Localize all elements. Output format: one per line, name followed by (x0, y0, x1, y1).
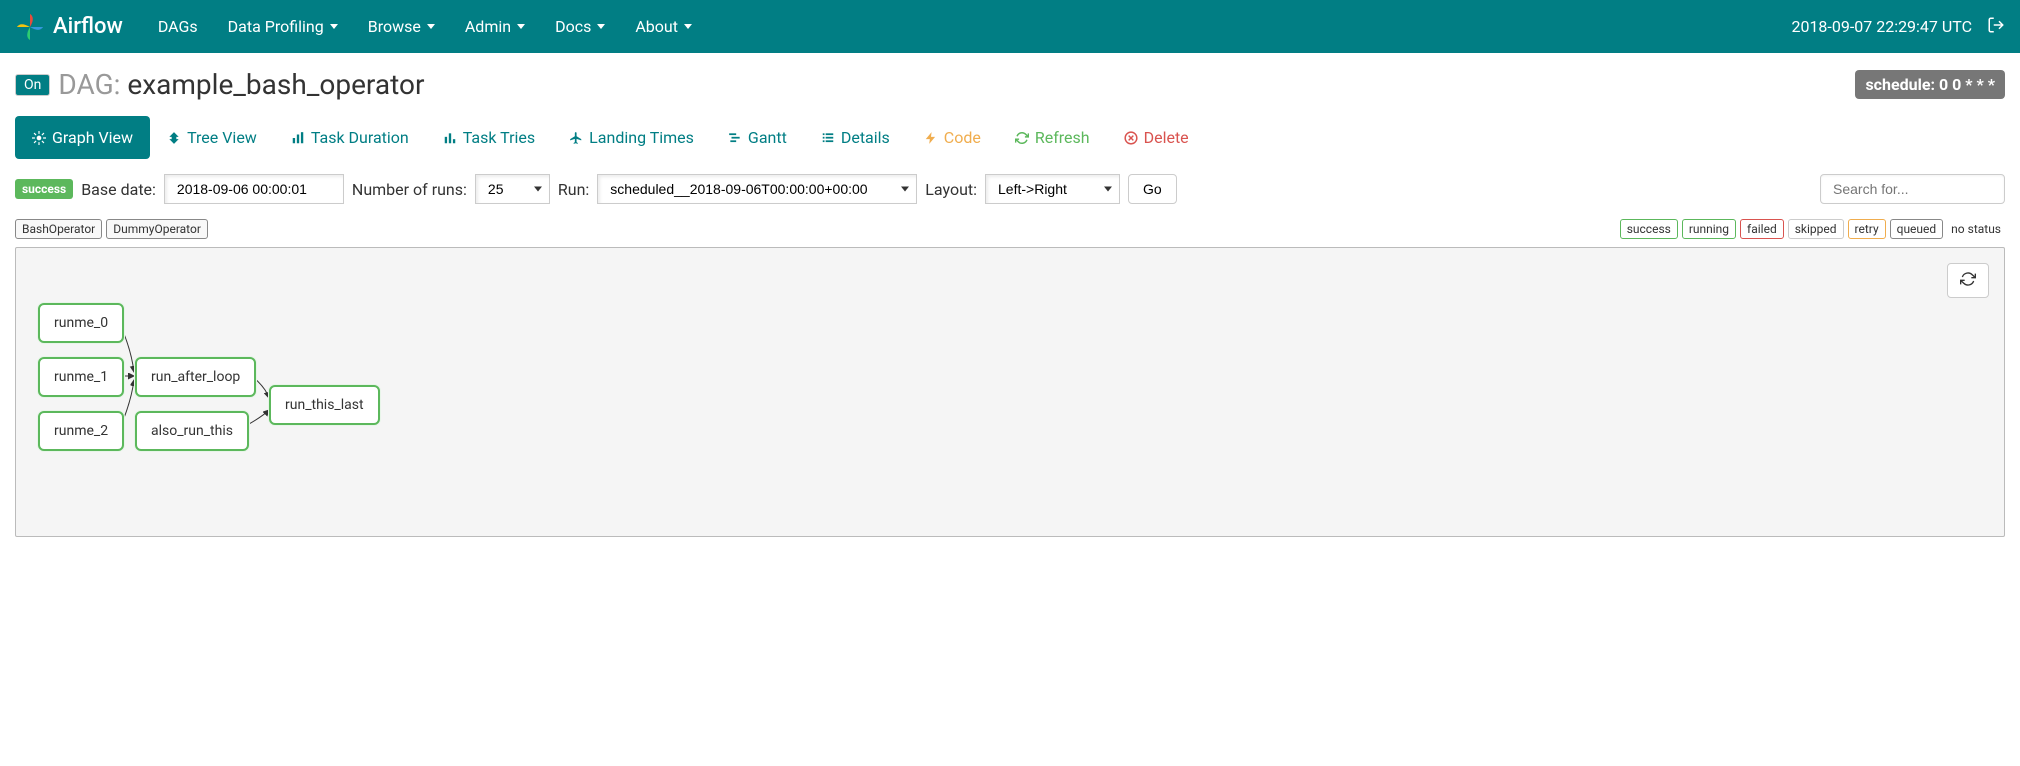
brand-text: Airflow (53, 14, 123, 39)
run-status-badge: success (15, 179, 73, 199)
status-retry: retry (1848, 219, 1886, 239)
task-node-runme-2[interactable]: runme_2 (38, 411, 124, 451)
gantt-icon (728, 131, 742, 145)
caret-icon (597, 24, 605, 29)
tab-details[interactable]: Details (804, 116, 907, 159)
caret-icon (427, 24, 435, 29)
task-node-run-after-loop[interactable]: run_after_loop (135, 357, 256, 397)
num-runs-select[interactable]: 25 (475, 174, 550, 204)
page-title: DAG: example_bash_operator (58, 68, 424, 101)
logout-icon[interactable] (1987, 16, 2005, 38)
lightning-icon (924, 131, 938, 145)
dag-name: example_bash_operator (127, 68, 424, 101)
task-node-also-run-this[interactable]: also_run_this (135, 411, 249, 451)
task-node-runme-1[interactable]: runme_1 (38, 357, 124, 397)
bar-chart-icon (443, 131, 457, 145)
operator-legends: BashOperator DummyOperator (15, 219, 208, 239)
status-none: no status (1947, 220, 2005, 238)
nav-admin[interactable]: Admin (450, 17, 540, 36)
nav-data-profiling[interactable]: Data Profiling (213, 17, 353, 36)
dag-toggle[interactable]: On (15, 74, 50, 96)
operator-bash: BashOperator (15, 219, 102, 239)
tab-refresh[interactable]: Refresh (998, 116, 1107, 159)
status-queued: queued (1890, 219, 1944, 239)
delete-icon (1124, 131, 1138, 145)
caret-icon (330, 24, 338, 29)
bar-chart-icon (291, 131, 305, 145)
airflow-logo-icon (15, 12, 45, 42)
status-running: running (1682, 219, 1736, 239)
tab-task-tries[interactable]: Task Tries (426, 116, 552, 159)
refresh-icon (1960, 271, 1976, 291)
dag-label: DAG: (58, 68, 120, 101)
nav-items: DAGs Data Profiling Browse Admin Docs Ab… (143, 17, 1792, 36)
num-runs-label: Number of runs: (352, 180, 467, 199)
tabs: Graph View Tree View Task Duration Task … (15, 116, 2005, 159)
graph-canvas[interactable]: runme_0 runme_1 runme_2 run_after_loop a… (15, 247, 2005, 537)
task-node-runme-0[interactable]: runme_0 (38, 303, 124, 343)
tab-delete[interactable]: Delete (1107, 116, 1206, 159)
navbar: Airflow DAGs Data Profiling Browse Admin… (0, 0, 2020, 53)
nav-docs[interactable]: Docs (540, 17, 620, 36)
go-button[interactable]: Go (1128, 174, 1177, 204)
nav-browse[interactable]: Browse (353, 17, 450, 36)
caret-icon (684, 24, 692, 29)
status-skipped: skipped (1788, 219, 1844, 239)
task-node-run-this-last[interactable]: run_this_last (269, 385, 380, 425)
status-failed: failed (1740, 219, 1784, 239)
layout-label: Layout: (925, 180, 977, 199)
search-input[interactable] (1820, 174, 2005, 204)
page-header: On DAG: example_bash_operator schedule: … (15, 68, 2005, 101)
tab-gantt[interactable]: Gantt (711, 116, 804, 159)
nav-dags[interactable]: DAGs (143, 17, 213, 36)
base-date-label: Base date: (81, 180, 156, 199)
nav-about[interactable]: About (620, 17, 707, 36)
brand[interactable]: Airflow (15, 12, 123, 42)
clock: 2018-09-07 22:29:47 UTC (1791, 17, 1972, 36)
tab-task-duration[interactable]: Task Duration (274, 116, 426, 159)
legend-row: BashOperator DummyOperator success runni… (15, 219, 2005, 239)
list-icon (821, 131, 835, 145)
plane-icon (569, 131, 583, 145)
layout-select[interactable]: Left->Right (985, 174, 1120, 204)
tab-graph-view[interactable]: Graph View (15, 116, 150, 159)
run-select[interactable]: scheduled__2018-09-06T00:00:00+00:00 (597, 174, 917, 204)
status-success: success (1620, 219, 1678, 239)
run-label: Run: (558, 180, 589, 199)
tab-landing-times[interactable]: Landing Times (552, 116, 711, 159)
base-date-input[interactable] (164, 174, 344, 204)
tab-tree-view[interactable]: Tree View (150, 116, 274, 159)
schedule-badge: schedule: 0 0 * * * (1855, 70, 2005, 99)
status-legends: success running failed skipped retry que… (1620, 219, 2005, 239)
tree-icon (167, 131, 181, 145)
nav-right: 2018-09-07 22:29:47 UTC (1791, 16, 2005, 38)
operator-dummy: DummyOperator (106, 219, 208, 239)
caret-icon (517, 24, 525, 29)
filter-row: success Base date: Number of runs: 25 Ru… (15, 174, 2005, 204)
starburst-icon (32, 131, 46, 145)
graph-refresh-button[interactable] (1947, 263, 1989, 298)
refresh-icon (1015, 131, 1029, 145)
tab-code[interactable]: Code (907, 116, 998, 159)
